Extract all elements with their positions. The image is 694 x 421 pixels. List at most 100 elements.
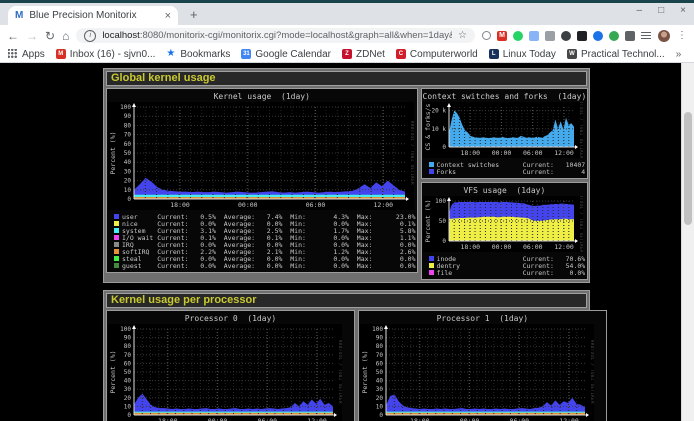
url-host: localhost xyxy=(102,30,140,41)
svg-text:0: 0 xyxy=(442,144,446,151)
bookmark-practical-technology[interactable]: WPractical Technol... xyxy=(567,49,665,60)
bookmark-linux-today[interactable]: LLinux Today xyxy=(489,49,556,60)
reading-list-icon[interactable] xyxy=(641,32,651,40)
inbox-icon: M xyxy=(56,49,66,59)
svg-text:CS & forks/s: CS & forks/s xyxy=(424,103,432,150)
svg-text:18:00: 18:00 xyxy=(410,417,430,421)
svg-text:0: 0 xyxy=(127,412,131,419)
svg-text:RRDTOOL / TOBI OETIKER: RRDTOOL / TOBI OETIKER xyxy=(590,340,594,404)
url-text: localhost:8080/monitorix-cgi/monitorix.c… xyxy=(102,30,452,41)
browser-tab[interactable]: M Blue Precision Monitorix × xyxy=(8,6,178,25)
svg-text:18:00: 18:00 xyxy=(460,149,480,157)
google-calendar-icon: 31 xyxy=(241,49,251,59)
svg-text:12:00: 12:00 xyxy=(307,417,327,421)
minimize-button[interactable]: – xyxy=(637,5,643,16)
tab-close-icon[interactable]: × xyxy=(165,10,171,22)
context-switches-chart[interactable]: Context switches and forks (1day) 010 k2… xyxy=(421,88,589,179)
bookmarks-list: Apps M Inbox (16) - sjvn0... ★Bookmarks 31Go… xyxy=(8,49,676,60)
bookmark-star-icon[interactable]: ☆ xyxy=(458,30,467,41)
whatsapp-icon[interactable] xyxy=(513,31,523,41)
svg-text:06:00: 06:00 xyxy=(509,417,529,421)
computerworld-icon: C xyxy=(396,49,406,59)
url-bar[interactable]: i localhost:8080/monitorix-cgi/monitorix… xyxy=(76,28,475,43)
legend-text: Forks Current: 4 xyxy=(437,168,586,176)
svg-text:0: 0 xyxy=(442,238,446,245)
bookmark-apps[interactable]: Apps xyxy=(8,49,45,60)
page-info-icon[interactable]: i xyxy=(84,30,96,42)
svg-text:06:00: 06:00 xyxy=(306,201,326,209)
processor1-chart[interactable]: Processor 1 (1day) 010203040506070809010… xyxy=(358,310,607,421)
svg-text:18:00: 18:00 xyxy=(460,243,480,251)
processor0-chart[interactable]: Processor 0 (1day) 010203040506070809010… xyxy=(106,310,355,421)
window-close-button[interactable]: × xyxy=(680,5,686,16)
search-icon[interactable] xyxy=(482,31,491,40)
profile-avatar[interactable] xyxy=(658,30,670,42)
vfs-usage-chart[interactable]: VFS usage (1day) 05010018:0000:0006:0012… xyxy=(421,182,589,280)
svg-text:70: 70 xyxy=(124,352,132,359)
context-switches-plot: 010 k20 k18:0000:0006:0012:00CS & forks/… xyxy=(423,102,583,158)
svg-text:100: 100 xyxy=(120,104,131,111)
svg-text:0: 0 xyxy=(379,412,383,419)
page-scrollbar[interactable] xyxy=(681,63,694,421)
svg-text:50: 50 xyxy=(376,369,384,376)
green-circle-icon[interactable] xyxy=(609,31,619,41)
svg-text:30: 30 xyxy=(376,386,384,393)
blue-circle-icon[interactable] xyxy=(593,31,603,41)
processor0-plot: 010203040506070809010018:0000:0006:0012:… xyxy=(108,324,342,421)
svg-text:50: 50 xyxy=(124,150,132,157)
svg-text:RRDTOOL / TOBI OETIKER: RRDTOOL / TOBI OETIKER xyxy=(579,196,583,252)
svg-text:Percent (%): Percent (%) xyxy=(109,131,117,174)
svg-text:100: 100 xyxy=(435,198,446,205)
svg-text:80: 80 xyxy=(124,122,132,129)
bookmark-bookmarks[interactable]: ★Bookmarks xyxy=(166,49,230,60)
practical-technology-icon: W xyxy=(567,49,577,59)
svg-text:20 k: 20 k xyxy=(431,108,446,115)
scrollbar-thumb[interactable] xyxy=(684,112,692,225)
svg-text:00:00: 00:00 xyxy=(208,417,228,421)
legend-swatch xyxy=(114,214,119,219)
kernel-usage-chart[interactable]: Kernel usage (1day) 01020304050607080901… xyxy=(106,88,418,273)
extension-icons: M xyxy=(482,31,651,41)
bookmark-inbox[interactable]: M Inbox (16) - sjvn0... xyxy=(56,49,156,60)
section-global-kernel: Global kernel usage Kernel usage (1day) … xyxy=(103,68,590,283)
context-switches-legend: Context switches Current: 10407Forks Cur… xyxy=(423,158,587,177)
gray-box-icon[interactable] xyxy=(545,31,555,41)
svg-text:06:00: 06:00 xyxy=(522,149,542,157)
dark-box-icon[interactable] xyxy=(577,31,587,41)
gmail-icon[interactable]: M xyxy=(497,31,507,41)
bookmark-google-calendar[interactable]: 31Google Calendar xyxy=(241,49,331,60)
browser-toolbar: ← → ↻ ⌂ i localhost:8080/monitorix-cgi/m… xyxy=(0,25,694,46)
svg-text:70: 70 xyxy=(124,132,132,139)
svg-text:40: 40 xyxy=(124,159,132,166)
home-button[interactable]: ⌂ xyxy=(62,30,69,42)
apps-icon xyxy=(8,49,18,59)
svg-text:20: 20 xyxy=(124,178,132,185)
forward-button[interactable]: → xyxy=(26,30,38,42)
svg-text:90: 90 xyxy=(124,113,132,120)
reload-button[interactable]: ↻ xyxy=(45,30,55,42)
new-tab-button[interactable]: + xyxy=(190,8,198,21)
back-button[interactable]: ← xyxy=(7,30,19,42)
chart-title: Processor 0 (1day) xyxy=(108,312,353,324)
svg-text:50: 50 xyxy=(124,369,132,376)
bookmark-label: Inbox (16) - sjvn0... xyxy=(70,49,156,60)
svg-text:10: 10 xyxy=(376,403,384,410)
puzzle-icon[interactable] xyxy=(625,31,635,41)
svg-text:60: 60 xyxy=(124,141,132,148)
svg-text:90: 90 xyxy=(376,335,384,342)
svg-text:12:00: 12:00 xyxy=(554,243,574,251)
pages-icon[interactable] xyxy=(529,31,539,41)
bookmarks-overflow-icon[interactable]: » xyxy=(676,49,682,60)
bookmark-zdnet[interactable]: ZZDNet xyxy=(342,49,385,60)
legend-swatch xyxy=(114,249,119,254)
svg-text:60: 60 xyxy=(124,360,132,367)
svg-text:80: 80 xyxy=(376,343,384,350)
eye-icon[interactable] xyxy=(561,31,571,41)
section-title-global-kernel: Global kernel usage xyxy=(106,71,587,86)
bookmark-computerworld[interactable]: CComputerworld xyxy=(396,49,478,60)
svg-text:80: 80 xyxy=(124,343,132,350)
svg-text:18:00: 18:00 xyxy=(158,417,178,421)
maximize-button[interactable]: □ xyxy=(658,5,664,16)
svg-text:12:00: 12:00 xyxy=(559,417,579,421)
browser-menu-icon[interactable]: ⋮ xyxy=(677,30,687,41)
